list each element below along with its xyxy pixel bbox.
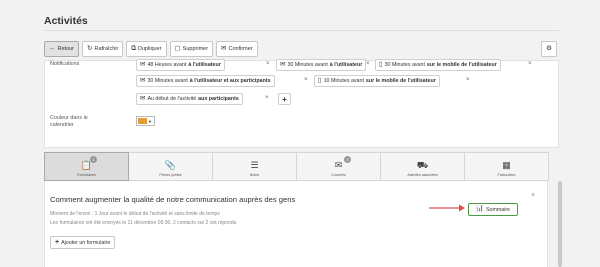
- back-button[interactable]: ← Retour: [44, 41, 80, 57]
- settings-button[interactable]: ⚙: [541, 41, 557, 57]
- chip-text: 30 Minutes avant: [147, 78, 188, 84]
- envelope-icon: ✉: [140, 94, 146, 102]
- notification-chip[interactable]: ✉ 48 Heures avant à l'utilisateur: [136, 59, 225, 71]
- trash-icon: ▢: [174, 44, 181, 52]
- mobile-icon: ▯: [379, 60, 383, 68]
- plus-icon: +: [282, 94, 287, 104]
- form-title: Comment augmenter la qualité de notre co…: [50, 195, 296, 204]
- tab-label: Activités associées: [407, 173, 438, 177]
- summary-button[interactable]: 📊 Sommaire: [468, 203, 518, 216]
- paperclip-icon: 📎: [164, 160, 177, 170]
- plus-icon: +: [55, 239, 60, 246]
- tab-bar: 1 📋 Formulaires 📎 Pièces jointes ☰ Notes…: [44, 152, 549, 181]
- refresh-icon: ↻: [87, 44, 93, 52]
- envelope-icon: ✉: [334, 160, 343, 170]
- confirm-button[interactable]: ✉ Confirmer: [216, 41, 258, 57]
- envelope-icon: ✉: [140, 60, 146, 68]
- tab-activites-associees[interactable]: ⛟ Activités associées: [380, 152, 465, 181]
- cash-register-icon: ▦: [502, 160, 511, 170]
- tab-label: Formulaires: [77, 173, 96, 177]
- summary-button-label: Sommaire: [485, 206, 511, 213]
- notifications-label: Notifications: [50, 61, 80, 67]
- remove-chip-icon[interactable]: ×: [265, 95, 269, 101]
- refresh-button-label: Rafraîchir: [94, 46, 119, 52]
- tab-notes[interactable]: ☰ Notes: [212, 152, 297, 181]
- tab-courriels[interactable]: 2 ✉ Courriels: [296, 152, 381, 181]
- calendar-color-label-line1: Couleur dans le: [50, 115, 88, 121]
- form-send-time: Moment de l'envoi : 1 Jour avant le débu…: [50, 211, 220, 217]
- mobile-icon: ▯: [318, 76, 322, 84]
- chip-bold: à l'utilisateur: [329, 62, 363, 68]
- add-form-button-label: Ajouter un formulaire: [61, 239, 111, 246]
- calendar-color-label-line2: calendrier: [50, 122, 74, 128]
- chip-text: 30 Minutes avant: [384, 62, 425, 68]
- form-send-status: Les formulaires ont été envoyés le 11 dé…: [50, 220, 237, 226]
- envelope-icon: ✉: [280, 60, 286, 68]
- chip-text: 30 Minutes avant: [287, 62, 328, 68]
- tab-badge: 1: [90, 156, 97, 163]
- arrow-right-icon: [429, 204, 465, 212]
- back-button-label: Retour: [57, 46, 75, 52]
- title-divider: [44, 30, 559, 31]
- notification-chip[interactable]: ✉ Au début de l'activité aux participant…: [136, 93, 243, 105]
- remove-chip-icon[interactable]: ×: [266, 61, 270, 67]
- page-title: Activités: [44, 15, 88, 27]
- tab-label: Notes: [249, 173, 260, 177]
- add-notification-button[interactable]: +: [278, 93, 291, 105]
- remove-chip-icon[interactable]: ×: [466, 77, 470, 83]
- clipboard-icon: 📋: [80, 160, 93, 170]
- arrow-left-icon: ←: [49, 44, 56, 52]
- activity-details-panel: [44, 60, 559, 148]
- chip-bold: à l'utilisateur et aux participants: [189, 78, 271, 84]
- notes-icon: ☰: [250, 160, 259, 170]
- close-icon[interactable]: ×: [531, 192, 535, 199]
- remove-chip-icon[interactable]: ×: [528, 61, 532, 67]
- chip-bold: aux participants: [198, 96, 239, 102]
- envelope-icon: ✉: [221, 44, 227, 52]
- delete-button[interactable]: ▢ Supprimer: [169, 41, 214, 57]
- chip-text: 10 Minutes avant: [323, 78, 364, 84]
- gear-icon: ⚙: [546, 44, 552, 52]
- notification-chip[interactable]: ✉ 30 Minutes avant à l'utilisateur et au…: [136, 75, 275, 87]
- toolbar: ← Retour ↻ Rafraîchir ⧉ Dupliquer ▢ Supp…: [44, 41, 258, 57]
- chip-bold: à l'utilisateur: [188, 62, 221, 68]
- chip-bold: sur le mobile de l'utilisateur: [426, 62, 497, 68]
- calendar-color-label: Couleur dans le calendrier: [50, 115, 88, 129]
- notification-chip[interactable]: ▯ 30 Minutes avant sur le mobile de l'ut…: [375, 59, 501, 71]
- notification-chip[interactable]: ✉ 30 Minutes avant à l'utilisateur: [276, 59, 367, 71]
- calendar-color-picker[interactable]: ▼: [136, 116, 155, 126]
- delete-button-label: Supprimer: [182, 46, 209, 52]
- tab-facturation[interactable]: ▦ Facturation: [464, 152, 549, 181]
- tab-badge: 2: [344, 156, 351, 163]
- caret-down-icon: ▼: [148, 118, 152, 124]
- confirm-button-label: Confirmer: [228, 46, 253, 52]
- bar-chart-icon: 📊: [475, 205, 484, 213]
- tab-label: Facturation: [497, 173, 516, 177]
- refresh-button[interactable]: ↻ Rafraîchir: [82, 41, 124, 57]
- remove-chip-icon[interactable]: ×: [366, 61, 370, 67]
- truck-icon: ⛟: [416, 160, 429, 170]
- chip-text: 48 Heures avant: [147, 62, 187, 68]
- chip-bold: sur le mobile de l'utilisateur: [365, 78, 436, 84]
- tab-formulaires[interactable]: 1 📋 Formulaires: [44, 152, 129, 181]
- scrollbar[interactable]: [558, 181, 562, 267]
- envelope-icon: ✉: [140, 76, 146, 84]
- add-form-button[interactable]: + Ajouter un formulaire: [50, 236, 116, 249]
- tab-label: Courriels: [331, 173, 346, 177]
- chip-text: Au début de l'activité: [147, 96, 197, 102]
- tab-pieces-jointes[interactable]: 📎 Pièces jointes: [128, 152, 213, 181]
- duplicate-button[interactable]: ⧉ Dupliquer: [126, 41, 167, 57]
- copy-icon: ⧉: [131, 44, 136, 52]
- duplicate-button-label: Dupliquer: [137, 46, 162, 52]
- notification-chip[interactable]: ▯ 10 Minutes avant sur le mobile de l'ut…: [314, 75, 440, 87]
- tab-label: Pièces jointes: [159, 173, 182, 177]
- remove-chip-icon[interactable]: ×: [304, 77, 308, 83]
- color-swatch: [138, 118, 147, 124]
